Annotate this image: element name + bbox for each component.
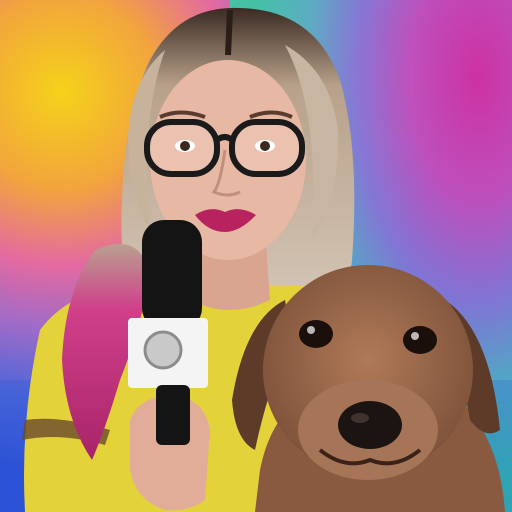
dog-left-eye [299,320,333,348]
dog-nose [338,401,402,449]
scene-svg [0,0,512,512]
microphone-logo-icon [143,330,183,370]
dog-right-eye [403,326,437,354]
photo-scene [0,0,512,512]
